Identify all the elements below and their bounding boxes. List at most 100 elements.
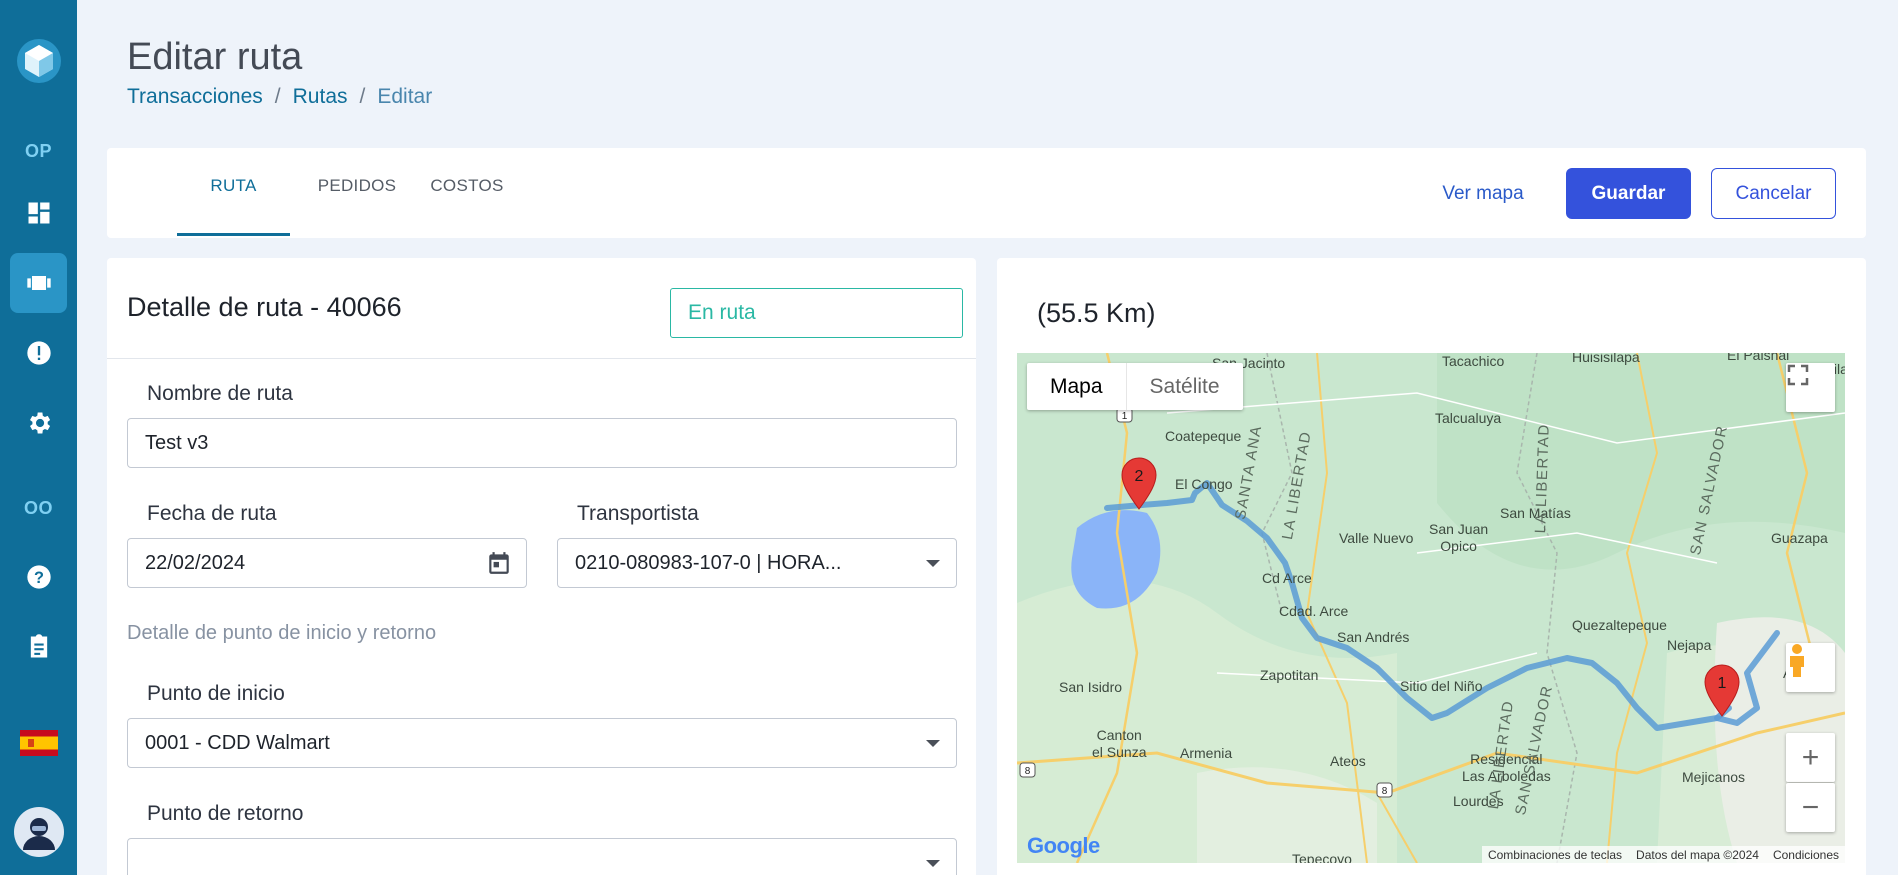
breadcrumb-transacciones[interactable]: Transacciones [127, 85, 263, 109]
keyboard-shortcuts-link[interactable]: Combinaciones de teclas [1488, 848, 1622, 862]
spain-flag-icon [19, 730, 58, 756]
svg-text:1: 1 [1122, 411, 1128, 422]
route-name-value: Test v3 [145, 431, 209, 454]
truck-icon [26, 276, 51, 290]
route-map[interactable]: 1 8 8 2 1 San Jacinto Tacachico Huisisil… [1017, 353, 1845, 863]
svg-text:8: 8 [1382, 786, 1388, 797]
fullscreen-icon [1787, 364, 1809, 386]
oo-label: OO [23, 497, 53, 518]
place-label: Sitio del Niño [1400, 678, 1483, 694]
route-detail-card: Detalle de ruta - 40066 En ruta Nombre d… [107, 258, 976, 875]
place-label: Tepecoyo [1292, 851, 1352, 863]
carrier-select[interactable]: 0210-080983-107-0 | HORA... [557, 538, 957, 588]
place-label: Armenia [1180, 745, 1233, 761]
chevron-down-icon [926, 860, 940, 867]
map-type-satellite-button[interactable]: Satélite [1125, 363, 1243, 410]
zoom-out-button[interactable]: − [1786, 783, 1835, 832]
place-label: San Andrés [1337, 629, 1410, 645]
street-view-button[interactable] [1786, 643, 1835, 692]
route-name-label: Nombre de ruta [147, 382, 293, 405]
svg-text:1: 1 [1718, 675, 1727, 692]
sidebar-op-section[interactable]: OP [0, 136, 77, 166]
save-button[interactable]: Guardar [1566, 168, 1691, 219]
sidebar-item-settings[interactable] [0, 408, 77, 438]
start-return-section-label: Detalle de punto de inicio y retorno [127, 622, 437, 644]
user-avatar[interactable] [0, 806, 77, 858]
sidebar: OP OO ? [0, 0, 77, 875]
tabs-card: RUTA PEDIDOS COSTOS Ver mapa Guardar Can… [107, 148, 1866, 238]
route-name-input[interactable]: Test v3 [127, 418, 957, 468]
breadcrumb-rutas[interactable]: Rutas [293, 85, 348, 109]
sidebar-item-reports[interactable] [0, 632, 77, 662]
place-label: Guazapa [1771, 530, 1828, 546]
view-map-button[interactable]: Ver mapa [1418, 168, 1548, 219]
zoom-out-icon: − [1801, 790, 1820, 824]
tab-pedidos[interactable]: PEDIDOS [302, 176, 412, 236]
place-label: Valle Nuevo [1339, 530, 1414, 546]
route-shield-8a: 8 [1019, 762, 1036, 778]
start-point-select[interactable]: 0001 - CDD Walmart [127, 718, 957, 768]
place-label: Zapotitan [1260, 667, 1319, 683]
place-label: Cdad. Arce [1279, 603, 1349, 619]
zoom-in-icon: + [1801, 740, 1820, 774]
sidebar-item-help[interactable]: ? [0, 562, 77, 592]
sidebar-item-alerts[interactable] [0, 338, 77, 368]
app-logo[interactable] [0, 36, 77, 86]
route-detail-title: Detalle de ruta - 40066 [127, 292, 402, 322]
map-data-attribution: Datos del mapa ©2024 [1636, 847, 1759, 862]
return-point-select[interactable] [127, 838, 957, 875]
dashboard-icon [28, 202, 49, 224]
tab-costos[interactable]: COSTOS [417, 176, 517, 236]
user-avatar-icon [13, 807, 64, 857]
breadcrumb-current: Editar [377, 85, 433, 108]
gear-icon [29, 412, 50, 434]
place-label: Talcualuya [1435, 410, 1502, 426]
place-label: Ateos [1330, 753, 1366, 769]
route-date-input[interactable]: 22/02/2024 [127, 538, 527, 588]
place-label: Nejapa [1667, 637, 1712, 653]
status-badge[interactable]: En ruta [670, 288, 963, 338]
carrier-label: Transportista [577, 502, 699, 525]
start-point-label: Punto de inicio [147, 682, 285, 705]
place-label: San Isidro [1059, 679, 1123, 695]
route-shield-8b: 8 [1376, 782, 1393, 798]
place-label: Mejicanos [1682, 769, 1746, 785]
return-point-label: Punto de retorno [147, 802, 304, 825]
route-date-label: Fecha de ruta [147, 502, 277, 525]
carrier-value: 0210-080983-107-0 | HORA... [575, 551, 842, 574]
place-label: Coatepeque [1165, 428, 1242, 444]
cancel-button[interactable]: Cancelar [1711, 168, 1836, 219]
route-date-value: 22/02/2024 [145, 551, 246, 574]
google-logo-text: Google [1027, 833, 1100, 858]
svg-text:?: ? [34, 569, 44, 587]
map-type-toggle: Mapa Satélite [1027, 363, 1243, 410]
sidebar-oo-section[interactable]: OO [0, 493, 77, 523]
chevron-down-icon [926, 560, 940, 567]
svg-text:8: 8 [1025, 766, 1031, 777]
map-type-map-button[interactable]: Mapa [1027, 363, 1126, 410]
sidebar-item-dashboard[interactable] [0, 198, 77, 228]
page-title: Editar ruta [127, 36, 303, 78]
fullscreen-button[interactable] [1786, 363, 1835, 412]
start-point-value: 0001 - CDD Walmart [145, 731, 330, 754]
language-selector[interactable] [0, 728, 77, 758]
place-label: Cd Arce [1262, 570, 1312, 586]
place-label: San Juan Opico [1429, 521, 1489, 554]
help-icon: ? [26, 565, 51, 589]
terms-link[interactable]: Condiciones [1773, 848, 1839, 862]
route-distance: (55.5 Km) [1037, 298, 1156, 328]
place-label: Canton el Sunza [1092, 727, 1147, 760]
sidebar-item-routes[interactable] [0, 268, 77, 298]
map-card: (55.5 Km) 1 8 8 2 1 San Jacinto Tacachic… [997, 258, 1866, 875]
map-footer: Combinaciones de teclas Datos del mapa ©… [1481, 846, 1845, 863]
calendar-icon[interactable] [486, 550, 512, 576]
place-label: El Paisnal [1727, 353, 1790, 363]
route-shield-1: 1 [1116, 407, 1133, 423]
place-label: Huisisilapa [1572, 353, 1640, 365]
svg-text:2: 2 [1135, 468, 1144, 485]
breadcrumb-separator: / [359, 85, 366, 108]
zoom-in-button[interactable]: + [1786, 733, 1835, 782]
tab-ruta[interactable]: RUTA [177, 176, 290, 236]
chevron-down-icon [926, 740, 940, 747]
breadcrumb: Transacciones / Rutas / Editar [127, 85, 432, 109]
